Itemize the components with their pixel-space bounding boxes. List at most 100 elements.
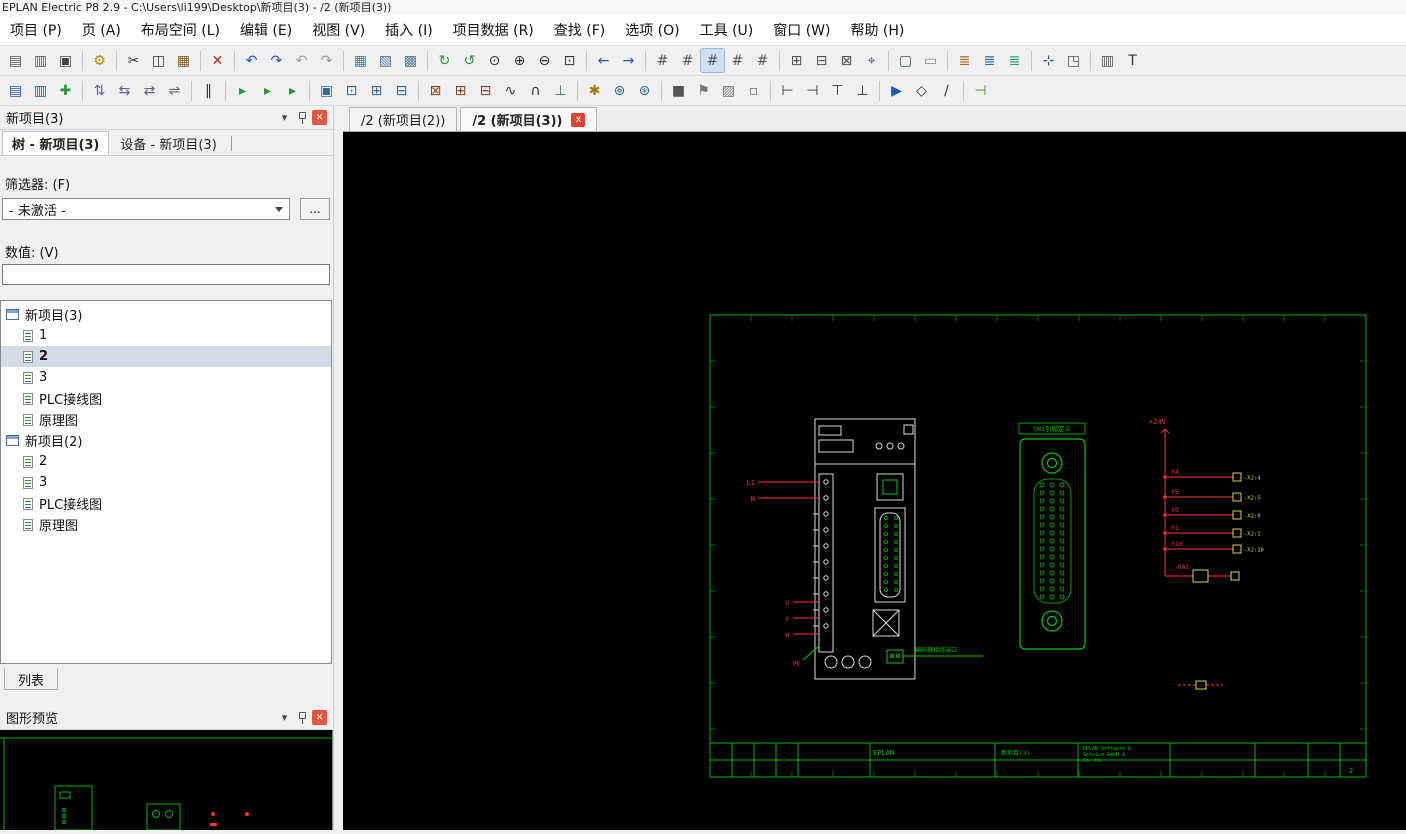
page-preview-icon[interactable]: ▧ [374,49,397,72]
tree-item[interactable]: PLC接线图 [1,388,331,409]
menu-item-8[interactable]: 查找 (F) [544,15,615,45]
measure-icon[interactable]: ∕ [935,79,958,102]
page-new-icon[interactable]: ▤ [4,49,27,72]
menu-item-9[interactable]: 选项 (O) [615,15,689,45]
run-check-page-icon[interactable]: ▸ [256,79,279,102]
forward-icon[interactable]: → [617,49,640,72]
close-tab-icon[interactable]: x [571,113,585,127]
plc-box-icon[interactable]: ▣ [315,79,338,102]
chevron-down-icon[interactable]: ▾ [276,109,293,126]
plc-navigator-icon[interactable]: ⊞ [365,79,388,102]
dashed-area-icon[interactable]: ▫ [742,79,765,102]
lasso-select-icon[interactable]: ◇ [910,79,933,102]
graphical-editing-icon[interactable]: ▢ [894,49,917,72]
tab-devices[interactable]: 设备 - 新项目(3) [111,132,225,155]
list-tab[interactable]: 列表 [4,668,58,690]
toggle-panel-icon[interactable]: ▭ [919,49,942,72]
numbering-pages-icon[interactable]: ⇅ [88,79,111,102]
structure-box-icon[interactable]: ⊛ [633,79,656,102]
menu-item-7[interactable]: 项目数据 (R) [443,15,544,45]
grid-a-icon[interactable]: # [676,49,699,72]
grid-d-icon[interactable]: # [751,49,774,72]
flag-icon[interactable]: ⚑ [692,79,715,102]
list-edit-icon[interactable]: ≣ [953,49,976,72]
editor-tab[interactable]: /2 (新项目(3))x [460,107,597,131]
undo-icon[interactable]: ↶ [240,49,263,72]
filter-select[interactable]: - 未激活 - [2,198,290,220]
coordinate-input-icon[interactable]: ⌖ [860,49,883,72]
tree-item[interactable]: 新项目(3) [1,304,331,325]
snap-grid-icon[interactable]: ⊞ [785,49,808,72]
numbering-terminals-icon[interactable]: ⇄ [138,79,161,102]
select-frame-icon[interactable]: ◳ [1062,49,1085,72]
delete-icon[interactable]: ✕ [206,49,229,72]
black-box-icon[interactable]: ■ [667,79,690,102]
zoom-window-icon[interactable]: ⊙ [483,49,506,72]
menu-item-12[interactable]: 帮助 (H) [840,15,914,45]
menu-item-6[interactable]: 插入 (I) [375,15,443,45]
list-sync-icon[interactable]: ≣ [1003,49,1026,72]
bus-port-icon[interactable]: ⊟ [390,79,413,102]
grid-c-icon[interactable]: # [726,49,749,72]
close-icon[interactable]: ✕ [312,110,327,125]
terminal-icon[interactable]: ⊠ [424,79,447,102]
menu-item-4[interactable]: 编辑 (E) [230,15,302,45]
tree-item[interactable]: 3 [1,472,331,493]
zoom-page-icon[interactable]: ⊡ [558,49,581,72]
grid-off-icon[interactable]: # [651,49,674,72]
zoom-out-icon[interactable]: ⊖ [533,49,556,72]
parts-list-icon[interactable]: ▥ [1096,49,1119,72]
interruption-point-icon[interactable]: ✱ [583,79,606,102]
numbering-devices-icon[interactable]: ⇆ [113,79,136,102]
tree-item[interactable]: 2 [1,346,331,367]
terminal-strip-icon[interactable]: ⊞ [449,79,472,102]
copy-icon[interactable]: ◫ [147,49,170,72]
menu-item-3[interactable]: 布局空间 (L) [131,15,230,45]
tree-item[interactable]: 原理图 [1,514,331,535]
device-navigator-icon[interactable]: ▥ [29,79,52,102]
connection-symbols-icon[interactable]: ‖ [197,79,220,102]
hatch-area-icon[interactable]: ▨ [717,79,740,102]
table-view-icon[interactable]: ▩ [399,49,422,72]
chevron-down-icon[interactable]: ▾ [276,709,293,726]
pin-icon[interactable] [297,111,307,125]
align-top-icon[interactable]: ⊤ [826,79,849,102]
potential-icon[interactable]: ⊥ [549,79,572,102]
regenerate-icon[interactable]: ↺ [458,49,481,72]
pointer-icon[interactable]: ▶ [885,79,908,102]
settings-wrench-icon[interactable]: ⚙ [88,49,111,72]
terminal-diagram-icon[interactable]: ⊟ [474,79,497,102]
align-left-icon[interactable]: ⊢ [776,79,799,102]
run-check-project-icon[interactable]: ▸ [231,79,254,102]
finish-action-icon[interactable]: ⊣ [969,79,992,102]
print-icon[interactable]: ▣ [54,49,77,72]
filter-browse-button[interactable]: ... [300,198,330,220]
move-handle-icon[interactable]: ⊹ [1037,49,1060,72]
align-bottom-icon[interactable]: ⊥ [851,79,874,102]
tree-item[interactable]: 1 [1,325,331,346]
tree-item[interactable]: PLC接线图 [1,493,331,514]
tree-item[interactable]: 新项目(2) [1,430,331,451]
editor-tab[interactable]: /2 (新项目(2)) [349,107,457,131]
page-navigator-icon[interactable]: ▤ [4,79,27,102]
tree-item[interactable]: 原理图 [1,409,331,430]
undo-history-icon[interactable]: ↶ [290,49,313,72]
page-open-icon[interactable]: ▥ [29,49,52,72]
cut-icon[interactable]: ✂ [122,49,145,72]
menu-item-5[interactable]: 视图 (V) [302,15,375,45]
paste-icon[interactable]: ▦ [172,49,195,72]
align-center-icon[interactable]: ⊣ [801,79,824,102]
numbering-cables-icon[interactable]: ⇌ [163,79,186,102]
run-check-selection-icon[interactable]: ▸ [281,79,304,102]
redo-history-icon[interactable]: ↷ [315,49,338,72]
tree-item[interactable]: 2 [1,451,331,472]
page-tree[interactable]: 新项目(3)123PLC接线图原理图新项目(2)23PLC接线图原理图 [0,300,332,664]
value-input[interactable] [2,264,330,285]
menu-item-10[interactable]: 工具 (U) [690,15,764,45]
graphic-toggle-icon[interactable]: ✚ [54,79,77,102]
plc-connection-point-icon[interactable]: ⊡ [340,79,363,102]
zoom-in-icon[interactable]: ⊕ [508,49,531,72]
reference-frame-icon[interactable]: ⊚ [608,79,631,102]
menu-item-2[interactable]: 页 (A) [72,15,131,45]
grid-b-icon[interactable]: # [701,49,724,72]
